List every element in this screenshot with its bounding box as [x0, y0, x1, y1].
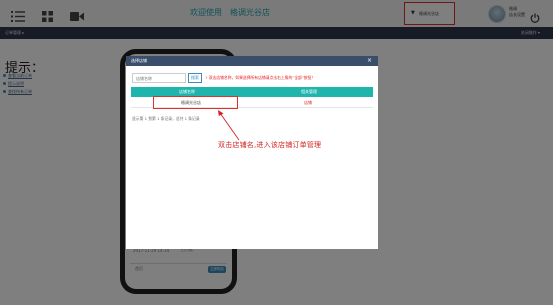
select-store-modal: 选择店铺 × 搜索 ! 双击店铺名称，如果选择所有店铺请点击右上角的“全部”按钮… [126, 56, 378, 249]
annotation-arrow [218, 110, 240, 141]
annotation-text: 双击店铺名,进入该店铺订单管理 [218, 141, 322, 149]
